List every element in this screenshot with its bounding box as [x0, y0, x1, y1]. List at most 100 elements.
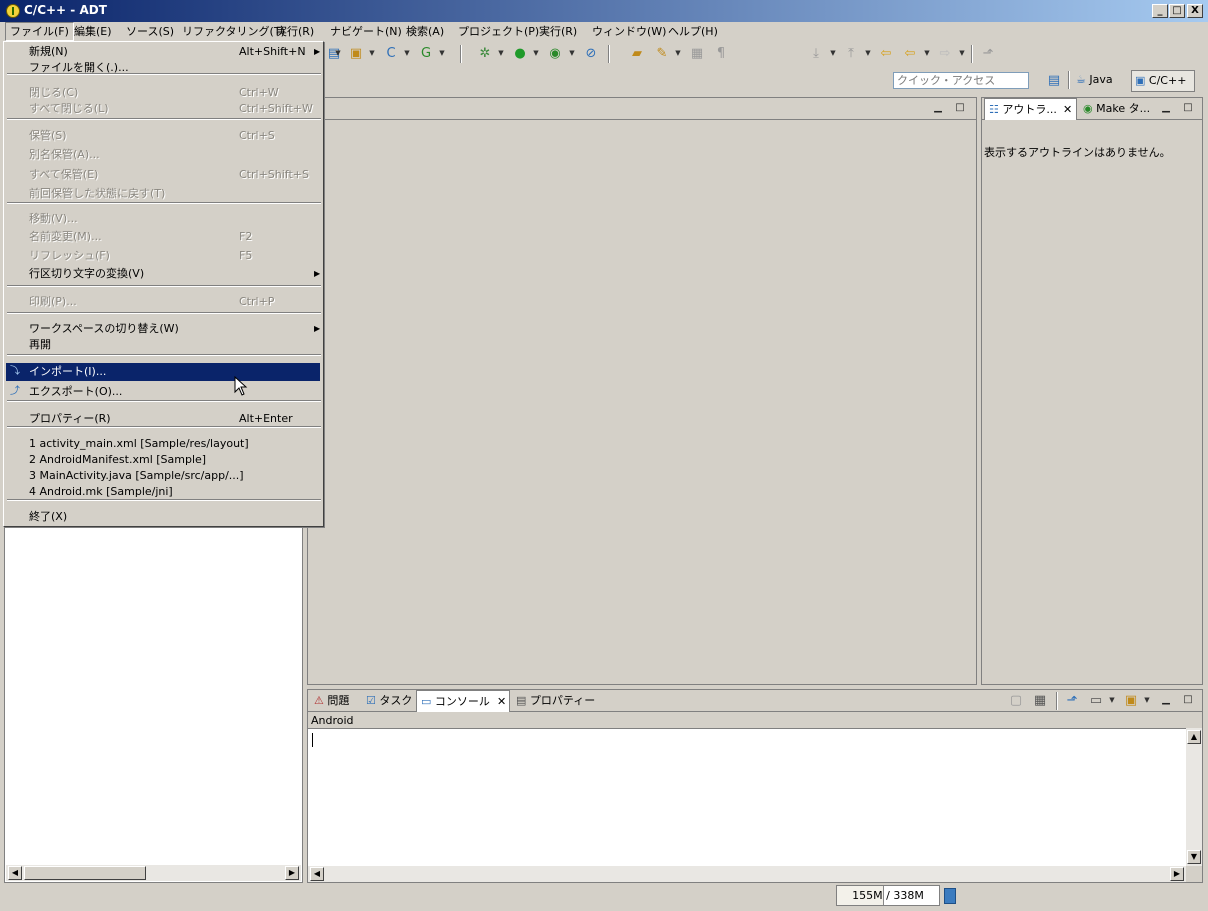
scroll-thumb[interactable]: [24, 866, 146, 880]
tab-problems[interactable]: ⚠ 問題: [310, 690, 360, 712]
new-class-icon[interactable]: C: [383, 46, 399, 62]
display-console-icon[interactable]: ▭: [1088, 693, 1104, 709]
tab-make-targets[interactable]: ◉ Make タ...: [1079, 98, 1155, 120]
minimize-view-icon[interactable]: ▁: [1160, 694, 1172, 706]
file-menu-item-import[interactable]: ⤵ インポート(I)...: [6, 363, 320, 381]
scroll-up-button[interactable]: ▲: [1187, 730, 1201, 744]
menu-navigate[interactable]: ナビゲート(N): [326, 22, 406, 41]
heap-status[interactable]: 155M / 338M: [836, 885, 940, 906]
file-menu-item-export[interactable]: ⤴ エクスポート(O)...: [6, 383, 320, 401]
minimize-view-icon[interactable]: ▁: [1160, 102, 1172, 114]
run-icon[interactable]: ●: [512, 46, 528, 62]
maximize-view-icon[interactable]: □: [1182, 102, 1194, 114]
toggle-mark-icon[interactable]: ▦: [689, 46, 705, 62]
chevron-down-icon[interactable]: ▼: [568, 48, 576, 58]
chevron-down-icon[interactable]: ▼: [438, 48, 446, 58]
open-console-icon[interactable]: ▣: [1123, 693, 1139, 709]
menu-run[interactable]: 実行(R): [272, 22, 318, 41]
minimize-view-icon[interactable]: ▁: [932, 102, 944, 114]
file-menu-dropdown: 新規(N) Alt+Shift+N ▶ ファイルを開く(.)... 閉じる(C) Ctrl…: [3, 41, 324, 527]
import-icon: ⤵: [10, 366, 20, 377]
maximize-view-icon[interactable]: □: [954, 102, 966, 114]
external-tools-icon[interactable]: ◉: [547, 46, 563, 62]
debug-icon[interactable]: ✲: [477, 46, 493, 62]
scroll-right-button[interactable]: ▶: [1170, 867, 1184, 881]
perspective-java[interactable]: ☕ Java: [1076, 70, 1113, 92]
file-menu-item-save-as: 別名保管(A)...: [6, 146, 320, 164]
chevron-down-icon[interactable]: ▼: [368, 48, 376, 58]
last-edit-icon[interactable]: ⇦: [878, 46, 894, 62]
chevron-down-icon[interactable]: ▼: [864, 48, 872, 58]
scroll-right-button[interactable]: ▶: [285, 866, 299, 880]
chevron-down-icon[interactable]: ▼: [1143, 695, 1151, 705]
chevron-down-icon[interactable]: ▼: [674, 48, 682, 58]
text-caret: [312, 733, 313, 747]
skip-breakpoints-icon[interactable]: ⊘: [583, 46, 599, 62]
scroll-left-button[interactable]: ◀: [310, 867, 324, 881]
close-button[interactable]: X: [1187, 4, 1203, 18]
file-menu-item-restart[interactable]: 再開: [6, 336, 320, 354]
show-whitespace-icon[interactable]: ¶: [713, 46, 729, 62]
tab-properties-label: プロパティー: [529, 694, 596, 707]
open-folder-icon[interactable]: ▰: [629, 46, 645, 62]
chevron-down-icon[interactable]: ▼: [334, 48, 342, 58]
clear-console-icon[interactable]: ▢: [1008, 693, 1024, 709]
menu-source[interactable]: ソース(S): [122, 22, 178, 41]
pencil-icon[interactable]: ✎: [654, 46, 670, 62]
explorer-horizontal-scrollbar[interactable]: ◀ ▶: [6, 865, 301, 881]
trash-icon[interactable]: [944, 888, 956, 904]
scroll-down-button[interactable]: ▼: [1187, 850, 1201, 864]
chevron-down-icon[interactable]: ▼: [1108, 695, 1116, 705]
tab-properties[interactable]: ▤ プロパティー: [512, 690, 596, 712]
file-menu-item-move: 移動(V)...: [6, 210, 320, 228]
console-output[interactable]: [308, 728, 1186, 866]
title-bar[interactable]: C/C++ - ADT _ □ X: [0, 0, 1208, 22]
chevron-down-icon[interactable]: ▼: [958, 48, 966, 58]
scroll-lock-icon[interactable]: ▦: [1032, 693, 1048, 709]
maximize-view-icon[interactable]: □: [1182, 694, 1194, 706]
chevron-down-icon[interactable]: ▼: [829, 48, 837, 58]
close-icon[interactable]: ✕: [1063, 99, 1072, 121]
menu-help[interactable]: ヘルプ(H): [664, 22, 722, 41]
new-project-icon[interactable]: ▣: [348, 46, 364, 62]
menu-project[interactable]: プロジェクト(P): [454, 22, 543, 41]
perspective-cpp[interactable]: ▣ C/C++: [1131, 70, 1195, 92]
chevron-down-icon[interactable]: ▼: [497, 48, 505, 58]
close-icon[interactable]: ✕: [497, 691, 506, 713]
open-perspective-icon[interactable]: ▤: [1046, 73, 1062, 89]
tab-outline[interactable]: ☷ アウトラ... ✕: [984, 98, 1077, 120]
chevron-down-icon[interactable]: ▼: [403, 48, 411, 58]
perspective-cpp-label: C/C++: [1148, 74, 1187, 87]
menu-edit[interactable]: 編集(E): [70, 22, 116, 41]
menu-window[interactable]: ウィンドウ(W): [588, 22, 670, 41]
file-menu-item-exit[interactable]: 終了(X): [6, 508, 320, 526]
menu-run-2[interactable]: 実行(R): [535, 22, 581, 41]
tab-console[interactable]: ▭ コンソール ✕: [416, 690, 510, 712]
chevron-down-icon[interactable]: ▼: [532, 48, 540, 58]
console-horizontal-scrollbar[interactable]: ◀ ▶: [308, 866, 1186, 882]
scroll-left-button[interactable]: ◀: [8, 866, 22, 880]
minimize-button[interactable]: _: [1152, 4, 1168, 18]
outline-icon: ☷: [989, 103, 999, 116]
menu-file[interactable]: ファイル(F): [5, 22, 74, 41]
menu-bar: ファイル(F) 編集(E) ソース(S) リファクタリング(T) 実行(R) ナ…: [0, 22, 1208, 41]
chevron-down-icon[interactable]: ▼: [923, 48, 931, 58]
pin-console-icon[interactable]: ⬏: [1064, 693, 1080, 709]
back-icon[interactable]: ⇦: [902, 46, 918, 62]
console-vertical-scrollbar[interactable]: ▲ ▼: [1186, 728, 1202, 866]
forward-icon[interactable]: ⇨: [937, 46, 953, 62]
open-type-icon[interactable]: G: [418, 46, 434, 62]
prev-annotation-icon[interactable]: ⤒: [843, 46, 859, 62]
editor-area[interactable]: ▁ □: [307, 97, 977, 685]
tab-tasks[interactable]: ☑ タスク: [362, 690, 414, 712]
file-menu-item-label: リフレッシュ(F): [29, 249, 110, 262]
file-menu-item-convert-line-delimiters[interactable]: 行区切り文字の変換(V) ▶: [6, 265, 320, 283]
menu-separator: [7, 73, 321, 75]
outline-tab-bar: ☷ アウトラ... ✕ ◉ Make タ... ▁ □: [982, 98, 1202, 120]
next-annotation-icon[interactable]: ⤓: [808, 46, 824, 62]
pin-editor-icon[interactable]: ⬏: [980, 46, 996, 62]
menu-search[interactable]: 検索(A): [402, 22, 448, 41]
maximize-button[interactable]: □: [1169, 4, 1185, 18]
quick-access-input[interactable]: クイック・アクセス: [893, 72, 1029, 89]
file-menu-item-label: エクスポート(O)...: [29, 385, 123, 398]
